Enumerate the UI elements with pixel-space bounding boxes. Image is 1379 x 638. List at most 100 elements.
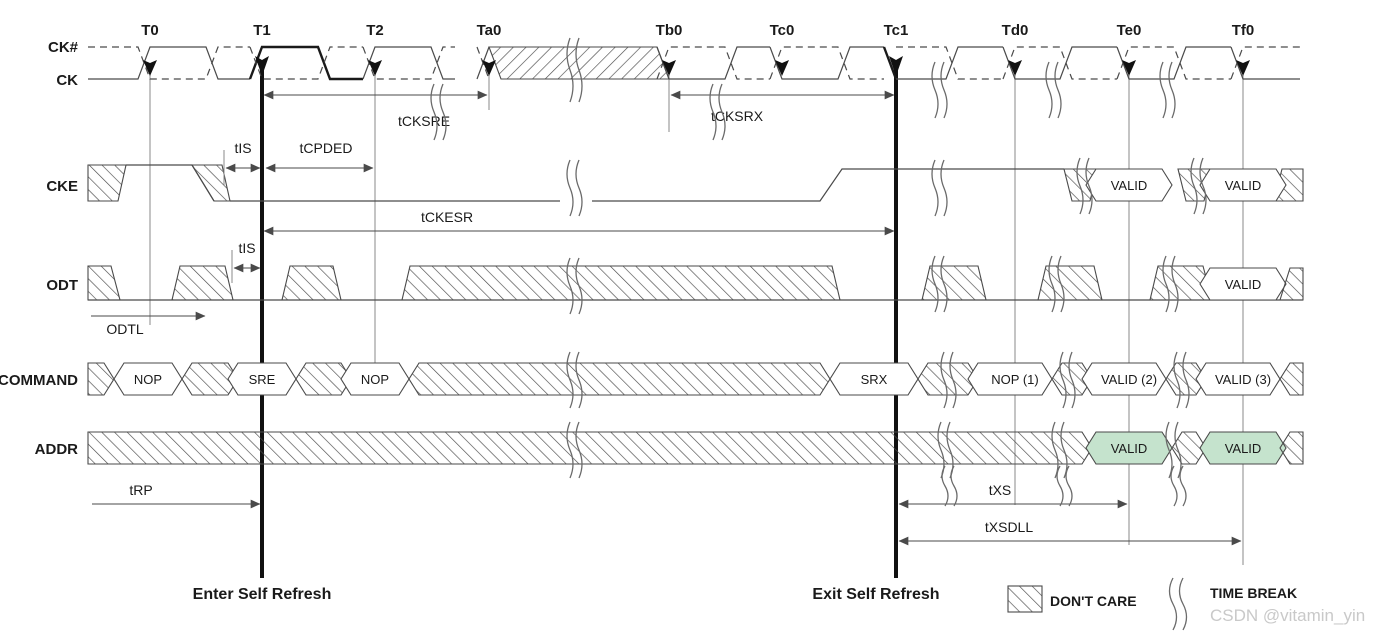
ddr3-self-refresh-timing-diagram: CK# CK CKE ODT COMMAND ADDR T0 T1 T2 Ta0… xyxy=(0,22,1365,631)
legend-group: DON'T CARE TIME BREAK CSDN @vitamin_yin xyxy=(1007,577,1365,631)
addr-valid-label-tf0: VALID xyxy=(1225,441,1262,456)
tick-label-t1: T1 xyxy=(253,22,271,39)
clock-waveform-group xyxy=(88,45,1300,81)
ckn-waveform-seg2 xyxy=(249,46,363,80)
command-waveform-group: NOP SRE NOP SRX NOP (1) VALID (2) VALID … xyxy=(87,362,1304,396)
legend-label-dont-care: DON'T CARE xyxy=(1050,593,1137,609)
time-break-ck-d-a xyxy=(931,61,939,119)
ckn-waveform-seg1 xyxy=(88,46,250,80)
signal-label-cke: CKE xyxy=(46,178,78,195)
command-dontcare-end xyxy=(1279,362,1304,396)
tick-label-tc0: Tc0 xyxy=(770,22,795,39)
tick-label-t0: T0 xyxy=(141,22,159,39)
command-label-sre: SRE xyxy=(249,372,276,387)
ck-edge-arrow-t0 xyxy=(143,60,157,76)
odt-dontcare-self-refresh xyxy=(401,265,841,301)
ckn-waveform-seg7 xyxy=(896,46,1003,80)
time-break-txs-a xyxy=(941,465,949,507)
ck-dontcare-region xyxy=(488,46,670,80)
dim-label-odtl: ODTL xyxy=(106,321,144,337)
tick-label-te0: Te0 xyxy=(1117,22,1142,39)
ck-edge-arrows xyxy=(143,56,1250,76)
ck-edge-arrow-tc0 xyxy=(775,60,789,76)
addr-dontcare-end xyxy=(1279,431,1304,465)
time-break-cke-a xyxy=(566,159,574,217)
addr-valid-label-te0: VALID xyxy=(1111,441,1148,456)
dim-label-tcksrx: tCKSRX xyxy=(711,108,764,124)
hatch-swatch-icon xyxy=(1007,585,1043,613)
command-label-nop-t0: NOP xyxy=(134,372,162,387)
ck-edge-arrow-tf0 xyxy=(1236,60,1250,76)
legend-label-time-break: TIME BREAK xyxy=(1210,585,1297,601)
tick-label-t2: T2 xyxy=(366,22,384,39)
ck-waveform-seg1 xyxy=(88,46,250,80)
cke-timing-dimensions: tIS tCPDED xyxy=(223,140,374,185)
ck-waveform-seg2-bold xyxy=(248,45,363,81)
tick-label-tf0: Tf0 xyxy=(1232,22,1255,39)
odtl-dimension: ODTL xyxy=(91,311,206,337)
cke-valid-label-tf0: VALID xyxy=(1225,178,1262,193)
dim-label-tckesr: tCKESR xyxy=(421,209,473,225)
odt-valid-label-tf0: VALID xyxy=(1225,277,1262,292)
addr-waveform-group: VALID VALID xyxy=(87,431,1304,465)
dim-label-txs: tXS xyxy=(989,482,1012,498)
time-break-txs-c xyxy=(1056,465,1064,507)
tick-label-tc1: Tc1 xyxy=(884,22,909,39)
addr-dontcare-main xyxy=(87,431,1093,465)
time-break-ck-a xyxy=(430,83,438,141)
watermark-text: CSDN @vitamin_yin xyxy=(1210,606,1365,625)
time-break-icon xyxy=(1168,577,1188,631)
signal-label-command: COMMAND xyxy=(0,372,78,389)
signal-name-column: CK# CK CKE ODT COMMAND ADDR xyxy=(0,39,79,458)
ck-edge-arrow-t1 xyxy=(255,56,269,76)
cke-valid-label-te0: VALID xyxy=(1111,178,1148,193)
odt-dontcare-td0 xyxy=(1037,265,1103,301)
tckesr-dimension: tCKESR xyxy=(263,209,895,236)
clock-tick-labels: T0 T1 T2 Ta0 Tb0 Tc0 Tc1 Td0 Te0 Tf0 xyxy=(141,22,1254,39)
odt-timing-dimensions: tIS xyxy=(231,240,261,283)
tick-label-ta0: Ta0 xyxy=(477,22,502,39)
cke-waveform-group: VALID VALID xyxy=(87,164,1304,202)
dim-label-tis-cke: tIS xyxy=(234,140,251,156)
ck-edge-arrow-ta0 xyxy=(482,60,496,76)
odt-dontcare-t2 xyxy=(281,265,342,301)
bottom-dimensions: tRP tXS tXSDLL xyxy=(92,482,1242,546)
tick-label-tb0: Tb0 xyxy=(656,22,683,39)
time-break-txs-b xyxy=(950,465,958,507)
command-label-srx: SRX xyxy=(861,372,888,387)
time-break-cke-b xyxy=(575,159,583,217)
signal-label-odt: ODT xyxy=(46,277,78,294)
odt-dontcare-start xyxy=(87,265,121,301)
cke-dontcare-start xyxy=(87,164,127,202)
event-labels: Enter Self Refresh Exit Self Refresh xyxy=(193,586,940,603)
dim-label-tcpded: tCPDED xyxy=(300,140,353,156)
time-break-ck-b xyxy=(439,83,447,141)
time-break-ck-e-a xyxy=(1045,61,1053,119)
ck-edge-arrow-t2 xyxy=(368,60,382,76)
command-dontcare-self-refresh xyxy=(408,362,831,396)
time-break-ck-d-b xyxy=(940,61,948,119)
time-break-txs-e xyxy=(1170,465,1178,507)
time-break-ck-f-a xyxy=(1159,61,1167,119)
odt-waveform-group: VALID xyxy=(87,265,1304,301)
command-label-valid-2: VALID (2) xyxy=(1101,372,1157,387)
signal-label-addr: ADDR xyxy=(35,441,78,458)
odt-dontcare-t1 xyxy=(171,265,234,301)
time-break-ck-e-b xyxy=(1054,61,1062,119)
time-break-txs-d xyxy=(1065,465,1073,507)
event-label-enter-self-refresh: Enter Self Refresh xyxy=(193,586,332,603)
ck-edge-arrow-te0 xyxy=(1122,60,1136,76)
ck-edge-arrow-td0 xyxy=(1008,60,1022,76)
time-break-txs-f xyxy=(1179,465,1187,507)
event-label-exit-self-refresh: Exit Self Refresh xyxy=(812,586,939,603)
clock-timing-dimensions: tCKSRE tCKSRX xyxy=(263,80,895,132)
tick-label-td0: Td0 xyxy=(1002,22,1029,39)
signal-label-ckn: CK# xyxy=(48,39,79,56)
signal-label-ck: CK xyxy=(56,72,78,89)
command-label-nop-t2: NOP xyxy=(361,372,389,387)
time-break-ck-f-b xyxy=(1168,61,1176,119)
command-dontcare-start xyxy=(87,362,115,396)
dim-label-txsdll: tXSDLL xyxy=(985,519,1033,535)
ck-waveform-seg8 xyxy=(896,46,1003,80)
command-label-nop-1: NOP (1) xyxy=(991,372,1038,387)
